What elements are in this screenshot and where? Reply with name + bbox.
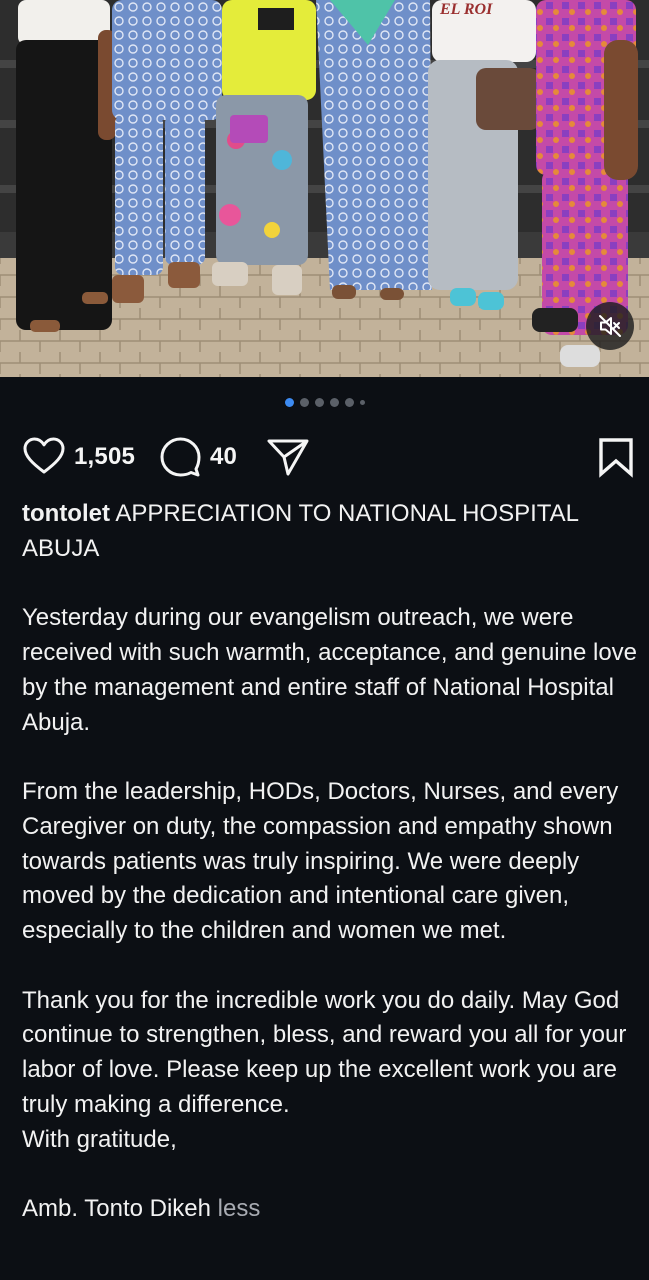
bookmark-icon [599, 438, 633, 478]
comment-bubble-icon [160, 437, 201, 477]
share-button[interactable] [266, 432, 310, 482]
caption-header: tontolet APPRECIATION TO NATIONAL HOSPIT… [22, 497, 642, 566]
svg-text:EL ROI: EL ROI [439, 1, 493, 18]
caption-paragraph-2: From the leadership, HODs, Doctors, Nurs… [22, 778, 619, 945]
caption-closing: With gratitude, [22, 1125, 177, 1153]
carousel-indicator [0, 398, 649, 407]
caption-paragraph-3: Thank you for the incredible work you do… [22, 984, 642, 1158]
caption-signature: Amb. Tonto Dikeh [22, 1195, 211, 1223]
caption-less-link[interactable]: less [218, 1195, 261, 1222]
save-button[interactable] [596, 432, 636, 482]
caption-username[interactable]: tontolet [22, 500, 110, 527]
speaker-muted-icon [599, 315, 621, 337]
mute-button[interactable] [586, 302, 634, 350]
comment-button[interactable]: 40 [158, 432, 237, 482]
post-image[interactable]: EL ROI [0, 0, 649, 377]
post-image-illustration: EL ROI [0, 0, 649, 377]
like-button[interactable]: 1,505 [22, 432, 135, 482]
carousel-dot-active [284, 398, 294, 407]
caption-paragraph-1: Yesterday during our evangelism outreach… [22, 604, 638, 736]
carousel-dot [344, 398, 354, 407]
carousel-dot [329, 398, 339, 407]
post-actions: 1,505 40 [22, 432, 637, 482]
caption-paragraph-3-text: Thank you for the incredible work you do… [22, 986, 627, 1118]
carousel-dot [299, 398, 309, 407]
send-icon [267, 439, 309, 476]
like-count: 1,505 [74, 443, 136, 470]
comment-count: 40 [210, 443, 238, 470]
carousel-dot [314, 398, 324, 407]
caption-signature-line: Amb. Tonto Dikeh less [22, 1192, 642, 1227]
carousel-dot [359, 400, 365, 405]
heart-icon [23, 437, 65, 474]
post-caption: tontolet APPRECIATION TO NATIONAL HOSPIT… [22, 497, 642, 1262]
